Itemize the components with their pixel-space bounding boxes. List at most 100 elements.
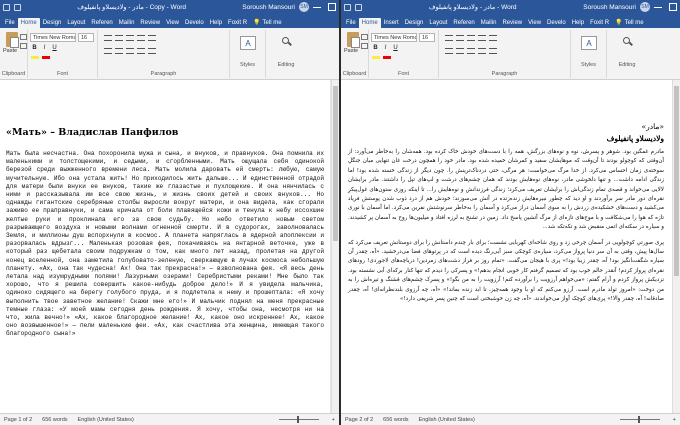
right-font-size-box[interactable]: 16	[419, 33, 435, 42]
align-right-icon[interactable]	[126, 48, 134, 54]
left-tab-developer[interactable]: Develo	[182, 18, 207, 28]
left-editing-label[interactable]: Editing	[266, 62, 306, 68]
right-avatar[interactable]: SM	[640, 2, 650, 12]
right-styles-label[interactable]: Styles	[571, 62, 606, 68]
align-left-icon[interactable]	[445, 48, 453, 54]
left-zoom-slider[interactable]	[278, 416, 319, 423]
right-editing-label[interactable]: Editing	[607, 62, 647, 68]
cut-icon[interactable]	[20, 34, 27, 40]
right-user-name[interactable]: Soroush Mansouri	[583, 4, 636, 11]
decrease-indent-icon[interactable]	[478, 35, 486, 41]
align-center-icon[interactable]	[115, 48, 123, 54]
italic-icon[interactable]: I	[382, 45, 389, 51]
left-user-name[interactable]: Soroush Mansouri	[242, 4, 295, 11]
left-avatar[interactable]: SM	[299, 2, 309, 12]
cut-icon[interactable]	[361, 34, 368, 40]
highlight-icon[interactable]	[372, 56, 380, 59]
increase-indent-icon[interactable]	[489, 35, 497, 41]
align-left-icon[interactable]	[104, 48, 112, 54]
font-color-icon[interactable]	[383, 56, 391, 59]
left-paste-button[interactable]: Paste	[3, 32, 21, 54]
bold-icon[interactable]: B	[372, 45, 379, 51]
right-tab-help[interactable]: Help	[569, 18, 587, 28]
left-zoom-in-icon[interactable]: +	[332, 417, 335, 423]
right-scroll-thumb[interactable]	[674, 86, 679, 276]
undo-icon[interactable]	[14, 3, 21, 11]
justify-icon[interactable]	[137, 48, 145, 54]
numbering-icon[interactable]	[115, 35, 123, 41]
save-icon[interactable]	[344, 3, 351, 11]
right-page[interactable]: «مادر» ولادیسلاو پانفیلوف مادرم غمگین بو…	[341, 80, 672, 413]
left-styles-label[interactable]: Styles	[230, 62, 265, 68]
right-tab-developer[interactable]: Develo	[544, 18, 569, 28]
right-tab-design[interactable]: Design	[402, 18, 427, 28]
right-font-name-box[interactable]: Times New Roman	[371, 33, 417, 42]
search-icon[interactable]	[622, 36, 633, 48]
right-page-count[interactable]: Page 2 of 2	[345, 417, 373, 423]
underline-icon[interactable]: U	[392, 45, 399, 51]
left-tab-references[interactable]: Referen	[88, 18, 115, 28]
right-paste-button[interactable]: Paste	[344, 32, 362, 54]
bullets-icon[interactable]	[445, 35, 453, 41]
left-word-count[interactable]: 656 words	[42, 417, 67, 423]
right-vertical-scrollbar[interactable]	[672, 80, 680, 413]
multilevel-icon[interactable]	[467, 35, 475, 41]
underline-icon[interactable]: U	[51, 45, 58, 51]
bold-icon[interactable]: B	[31, 45, 38, 51]
left-tell-me[interactable]: 💡 Tell me	[250, 17, 285, 28]
decrease-indent-icon[interactable]	[137, 35, 145, 41]
right-tab-file[interactable]: File	[343, 18, 359, 28]
right-zoom-slider[interactable]	[619, 416, 660, 423]
left-tab-home[interactable]: Home	[17, 18, 40, 28]
copy-icon[interactable]	[20, 43, 27, 49]
right-tab-view[interactable]: View	[525, 18, 544, 28]
right-tab-review[interactable]: Review	[499, 18, 525, 28]
line-spacing-icon[interactable]	[489, 48, 497, 54]
numbering-icon[interactable]	[456, 35, 464, 41]
styles-icon[interactable]: A	[240, 36, 256, 50]
bullets-icon[interactable]	[104, 35, 112, 41]
right-tab-mailings[interactable]: Mailin	[478, 18, 500, 28]
styles-icon[interactable]: A	[581, 36, 597, 50]
align-right-icon[interactable]	[467, 48, 475, 54]
multilevel-icon[interactable]	[126, 35, 134, 41]
minimize-icon[interactable]	[313, 3, 321, 8]
right-tab-home[interactable]: Home	[358, 18, 381, 28]
right-tell-me[interactable]: 💡 Tell me	[612, 17, 647, 28]
left-font-size-box[interactable]: 16	[78, 33, 94, 42]
align-center-icon[interactable]	[456, 48, 464, 54]
left-language[interactable]: English (United States)	[78, 417, 134, 423]
left-scroll-thumb[interactable]	[333, 86, 338, 241]
right-tab-references[interactable]: Referen	[450, 18, 477, 28]
right-word-count[interactable]: 656 words	[383, 417, 408, 423]
maximize-icon[interactable]	[669, 3, 677, 11]
copy-icon[interactable]	[361, 43, 368, 49]
font-color-icon[interactable]	[42, 56, 50, 59]
left-tab-foxit[interactable]: Foxit R	[225, 18, 250, 28]
left-tab-layout[interactable]: Layout	[64, 18, 88, 28]
minimize-icon[interactable]	[654, 3, 662, 8]
right-zoom-in-icon[interactable]: +	[673, 417, 676, 423]
maximize-icon[interactable]	[328, 3, 336, 11]
right-tab-insert[interactable]: Insert	[381, 18, 402, 28]
italic-icon[interactable]: I	[41, 45, 48, 51]
search-icon[interactable]	[281, 36, 292, 48]
right-tab-layout[interactable]: Layout	[426, 18, 450, 28]
left-page-count[interactable]: Page 1 of 2	[4, 417, 32, 423]
line-spacing-icon[interactable]	[148, 48, 156, 54]
left-tab-design[interactable]: Design	[40, 18, 65, 28]
undo-icon[interactable]	[355, 3, 362, 11]
left-tab-mailings[interactable]: Mailin	[116, 18, 138, 28]
right-language[interactable]: English (United States)	[419, 417, 475, 423]
left-vertical-scrollbar[interactable]	[331, 80, 339, 413]
left-page[interactable]: «Мать» – Владислав Панфилов Мать была не…	[0, 80, 330, 413]
left-font-name-box[interactable]: Times New Roman	[30, 33, 76, 42]
left-tab-file[interactable]: File	[2, 18, 18, 28]
left-tab-view[interactable]: View	[163, 18, 182, 28]
save-icon[interactable]	[3, 3, 10, 11]
highlight-icon[interactable]	[31, 56, 39, 59]
right-tab-foxit[interactable]: Foxit R	[587, 18, 612, 28]
justify-icon[interactable]	[478, 48, 486, 54]
left-tab-help[interactable]: Help	[207, 18, 225, 28]
increase-indent-icon[interactable]	[148, 35, 156, 41]
